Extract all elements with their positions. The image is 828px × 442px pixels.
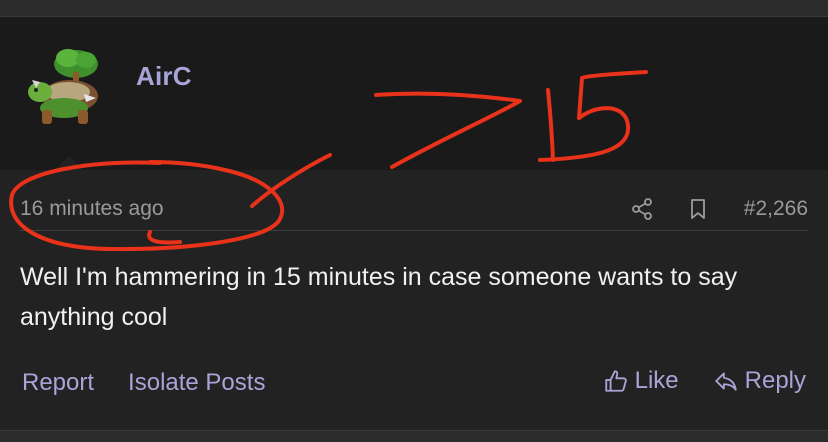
post-number[interactable]: #2,266 xyxy=(744,197,808,221)
post-author-block: AirC xyxy=(0,17,828,170)
post-meta-actions: #2,266 xyxy=(630,195,808,223)
timestamp[interactable]: 16 minutes ago xyxy=(20,197,164,221)
username[interactable]: AirC xyxy=(136,61,192,92)
like-button[interactable]: Like xyxy=(603,367,679,395)
share-icon[interactable] xyxy=(630,197,654,221)
post-footer-right: Like Reply xyxy=(603,367,806,395)
like-label: Like xyxy=(634,367,679,394)
avatar[interactable] xyxy=(24,44,106,130)
reply-button[interactable]: Reply xyxy=(713,367,806,395)
bookmark-icon[interactable] xyxy=(686,197,710,221)
post-footer-left: Report Isolate Posts xyxy=(22,369,265,397)
bottom-bar xyxy=(0,430,828,442)
reply-arrow-icon xyxy=(714,372,737,391)
post-meta-row: 16 minutes ago #2,266 xyxy=(20,193,808,227)
thumbs-up-icon xyxy=(604,370,627,392)
reply-label: Reply xyxy=(744,367,806,394)
isolate-posts-button[interactable]: Isolate Posts xyxy=(128,369,265,397)
post-message: Well I'm hammering in 15 minutes in case… xyxy=(20,263,738,331)
speech-caret xyxy=(55,156,83,170)
report-button[interactable]: Report xyxy=(22,369,94,397)
meta-divider xyxy=(20,230,808,231)
top-bar xyxy=(0,0,828,17)
